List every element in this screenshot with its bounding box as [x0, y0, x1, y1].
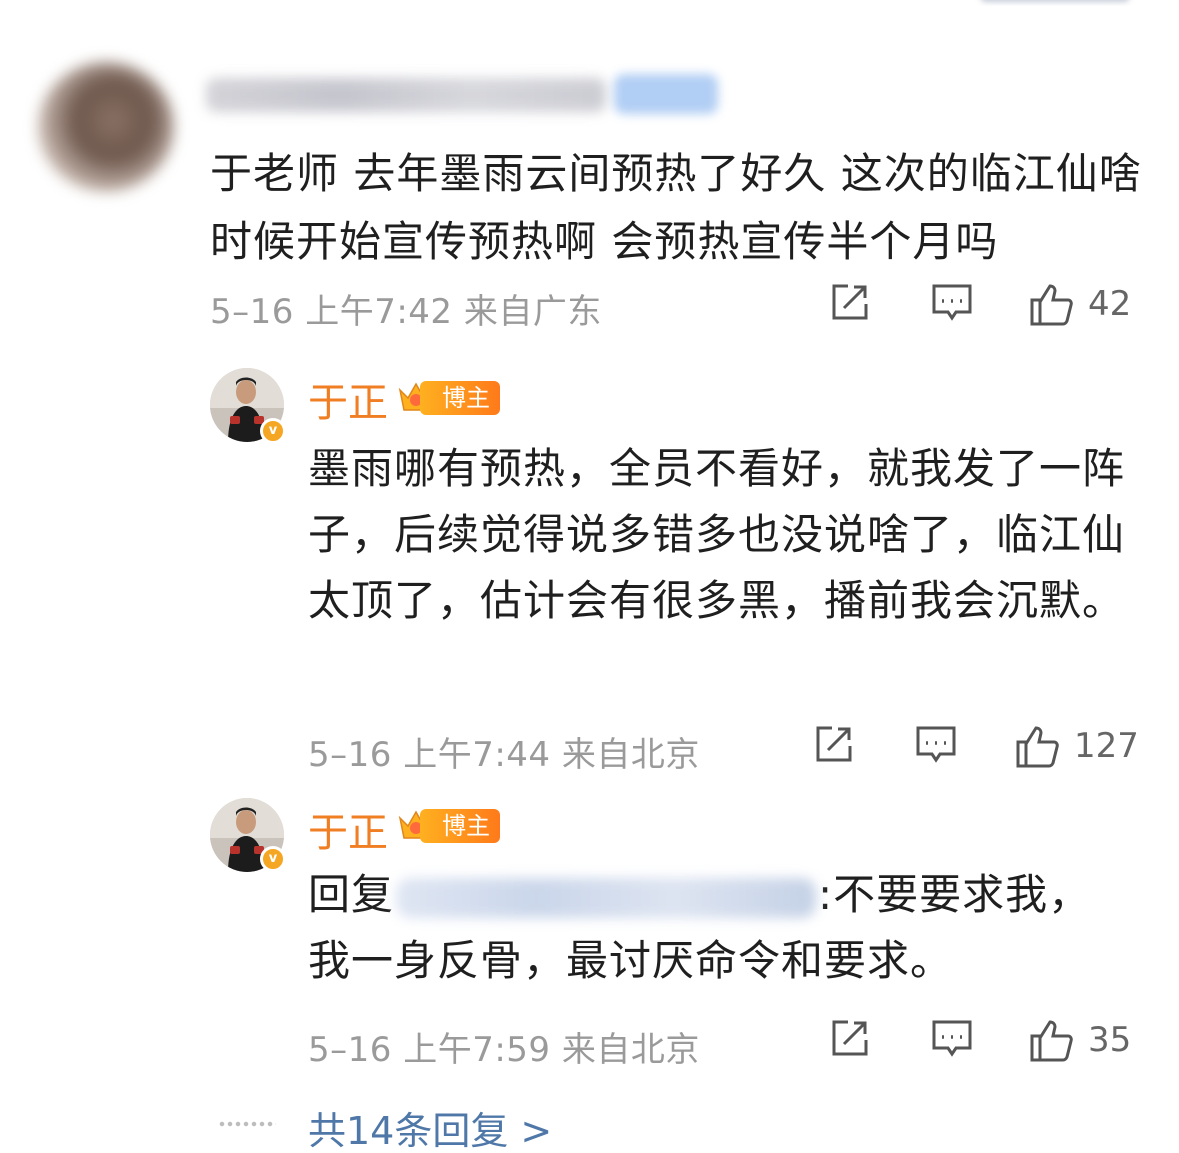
comment-icon [916, 726, 956, 763]
like-count: 42 [1088, 284, 1132, 324]
like-button[interactable]: 127 [1014, 722, 1139, 770]
like-count: 35 [1088, 1020, 1132, 1060]
like-icon [1030, 284, 1073, 326]
reply-actions: 35 [820, 1016, 1150, 1066]
reply-meta: 5–16 上午7:59 来自北京 [308, 1030, 700, 1070]
commenter-username-blurred[interactable] [206, 78, 606, 112]
blogger-badge: 博主 [420, 809, 500, 843]
like-button[interactable]: 35 [1028, 1016, 1131, 1064]
share-button[interactable] [828, 1016, 872, 1060]
share-button[interactable] [828, 280, 872, 324]
like-count: 127 [1074, 726, 1139, 766]
blogger-badge: 博主 [420, 381, 500, 415]
comment-text: 于老师 去年墨雨云间预热了好久 这次的临江仙啥时候开始宣传预热啊 会预热宣传半个… [210, 149, 1142, 266]
comment-icon [932, 1020, 972, 1057]
reply-prefix: 回复 [308, 870, 395, 919]
like-button[interactable]: 42 [1028, 280, 1131, 328]
reply-author-name[interactable]: 于正 [308, 800, 388, 858]
like-icon [1030, 1020, 1073, 1062]
reply-meta: 5–16 上午7:44 来自北京 [308, 735, 700, 775]
share-icon [816, 726, 852, 762]
reply-actions: 127 [810, 722, 1150, 772]
verified-icon: v [260, 846, 286, 872]
share-icon [832, 284, 868, 320]
comment-icon [932, 284, 972, 321]
more-dots-divider [218, 1121, 276, 1127]
commenter-badge-blurred [614, 74, 718, 114]
reply-author-name[interactable]: 于正 [308, 370, 388, 428]
reply-text: 墨雨哪有预热，全员不看好，就我发了一阵子，后续觉得说多错多也没说啥了，临江仙太顶… [308, 444, 1126, 625]
comment-meta: 5–16 上午7:42 来自广东 [210, 292, 602, 332]
share-button[interactable] [812, 722, 856, 766]
mentioned-user-blurred[interactable] [396, 877, 817, 918]
comment-actions: 42 [820, 280, 1150, 330]
share-icon [832, 1020, 868, 1056]
verified-icon: v [260, 418, 286, 444]
view-more-replies-link[interactable]: 共14条回复 > [308, 1100, 552, 1153]
comment-button[interactable] [930, 1016, 974, 1060]
reply-text: 回复:不要要求我，我一身反骨，最讨厌命令和要求。 [308, 862, 1128, 994]
comment-button[interactable] [930, 280, 974, 324]
commenter-avatar[interactable] [38, 62, 174, 192]
top-cut-off-text [970, 0, 1140, 6]
like-icon [1016, 726, 1059, 768]
comment-button[interactable] [914, 722, 958, 766]
